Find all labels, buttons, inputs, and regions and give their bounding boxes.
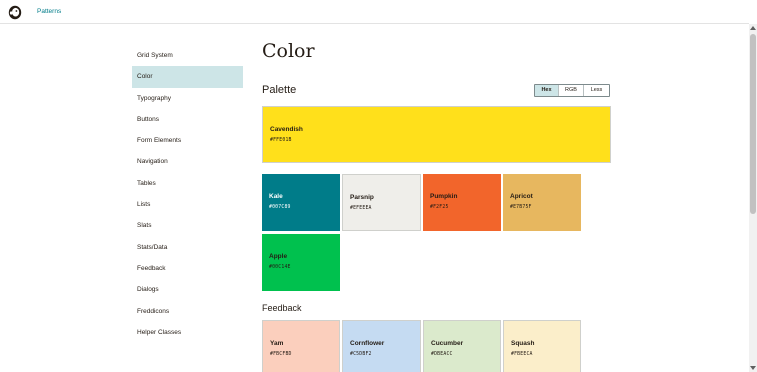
swatch-hex: #DBEACC [431, 352, 453, 357]
sidebar-item-typography[interactable]: Typography [132, 88, 243, 109]
sidebar-item-form-elements[interactable]: Form Elements [132, 130, 243, 151]
sidebar-item-dialogs[interactable]: Dialogs [132, 279, 243, 300]
sidebar-item-lists[interactable]: Lists [132, 194, 243, 215]
swatch-name: Pumpkin [430, 193, 458, 200]
swatch-yam: Yam #FBCFBD [262, 320, 340, 372]
patterns-link[interactable]: Patterns [37, 8, 61, 15]
sidebar-item-feedback[interactable]: Feedback [132, 258, 243, 279]
top-bar: Patterns [0, 0, 749, 24]
sidebar-item-stats-data[interactable]: Stats/Data [132, 237, 243, 258]
rgb-format-button[interactable]: RGB [559, 85, 584, 96]
swatch-name: Yam [270, 340, 284, 347]
swatch-name: Squash [511, 340, 535, 347]
palette-heading: Palette [262, 84, 297, 96]
swatch-hex: #F2F25 [430, 205, 449, 210]
swatch-apple: Apple #00C14E [262, 234, 340, 291]
sidebar-item-helper-classes[interactable]: Helper Classes [132, 322, 243, 343]
page-title: Color [262, 40, 315, 62]
page-scrollbar[interactable] [749, 24, 757, 372]
swatch-hex: #E7B75F [510, 205, 532, 210]
hex-format-button[interactable]: Hex [535, 85, 559, 96]
swatch-hex: #C5DBF2 [350, 352, 372, 357]
swatch-name: Apple [269, 253, 288, 260]
swatch-parsnip: Parsnip #EFEEEA [342, 174, 421, 231]
scroll-up-icon[interactable] [750, 26, 756, 30]
sidebar-item-slats[interactable]: Slats [132, 215, 243, 236]
sidebar-item-tables[interactable]: Tables [132, 173, 243, 194]
feedback-heading: Feedback [262, 303, 302, 313]
less-format-button[interactable]: Less [584, 85, 609, 96]
swatch-hex: #007C89 [269, 205, 291, 210]
scroll-thumb[interactable] [750, 34, 756, 214]
swatch-hex: #FBCFBD [270, 352, 292, 357]
sidebar-item-freddicons[interactable]: Freddicons [132, 301, 243, 322]
swatch-name: Apricot [510, 193, 533, 200]
sidebar-item-grid-system[interactable]: Grid System [132, 45, 243, 66]
swatch-squash: Squash #FBEECA [503, 320, 581, 372]
freddie-logo-icon[interactable] [8, 5, 22, 20]
swatch-name: Parsnip [350, 194, 374, 201]
swatch-name: Cornflower [350, 340, 385, 347]
swatch-cucumber: Cucumber #DBEACC [423, 320, 501, 372]
scroll-down-icon[interactable] [750, 366, 756, 370]
swatch-hex: #FFE01B [270, 138, 292, 143]
sidebar-item-color[interactable]: Color [132, 66, 243, 88]
swatch-name: Cavendish [270, 126, 303, 133]
sidebar-item-navigation[interactable]: Navigation [132, 151, 243, 172]
swatch-kale: Kale #007C89 [262, 174, 340, 231]
swatch-name: Kale [269, 193, 283, 200]
sidebar-item-buttons[interactable]: Buttons [132, 109, 243, 130]
sidebar-nav: Grid System Color Typography Buttons For… [132, 45, 243, 343]
swatch-apricot: Apricot #E7B75F [503, 174, 581, 231]
swatch-pumpkin: Pumpkin #F2F25 [423, 174, 501, 231]
swatch-cornflower: Cornflower #C5DBF2 [342, 320, 421, 372]
swatch-cavendish: Cavendish #FFE01B [262, 106, 611, 163]
swatch-hex: #FBEECA [511, 352, 533, 357]
swatch-hex: #00C14E [269, 265, 291, 270]
swatch-name: Cucumber [431, 340, 464, 347]
format-toggle: Hex RGB Less [534, 84, 610, 97]
swatch-hex: #EFEEEA [350, 206, 372, 211]
